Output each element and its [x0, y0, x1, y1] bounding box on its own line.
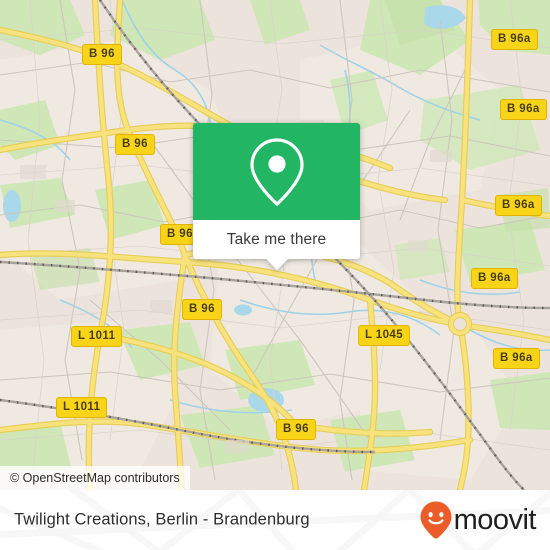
- moovit-smile-pin-icon: [420, 501, 452, 539]
- callout-pointer-tail: [265, 259, 288, 270]
- callout-label-panel[interactable]: Take me there: [193, 220, 360, 270]
- road-shield: B 96a: [493, 348, 540, 369]
- take-me-there-callout[interactable]: Take me there: [193, 123, 360, 270]
- road-shield: B 96a: [495, 195, 542, 216]
- road-shield: B 96a: [500, 99, 547, 120]
- attribution-text: © OpenStreetMap contributors: [10, 471, 180, 485]
- map-attribution[interactable]: © OpenStreetMap contributors: [0, 466, 190, 490]
- moovit-brand-logo[interactable]: moovit: [419, 500, 537, 540]
- footer-bar: Twilight Creations, Berlin - Brandenburg…: [0, 490, 550, 550]
- road-shield: L 1045: [358, 325, 410, 346]
- map-canvas[interactable]: B 96 B 96a B 96a B 96 B 96a B 96 B 96a B…: [0, 0, 550, 490]
- road-shield: B 96: [115, 134, 155, 155]
- road-shield: L 1011: [56, 397, 108, 418]
- callout-label: Take me there: [226, 230, 327, 248]
- road-shield: B 96: [82, 44, 122, 65]
- moovit-wordmark: moovit: [453, 503, 537, 536]
- road-shield: B 96a: [491, 29, 538, 50]
- road-shield: L 1011: [71, 326, 123, 347]
- road-shield: B 96: [276, 419, 316, 440]
- map-screenshot: B 96 B 96a B 96a B 96 B 96a B 96 B 96a B…: [0, 0, 550, 550]
- road-shield: B 96a: [471, 268, 518, 289]
- location-pin-icon: [249, 137, 304, 206]
- road-shield: B 96: [182, 299, 222, 320]
- page-title: Twilight Creations, Berlin - Brandenburg: [14, 510, 310, 529]
- callout-image-panel: [193, 123, 360, 220]
